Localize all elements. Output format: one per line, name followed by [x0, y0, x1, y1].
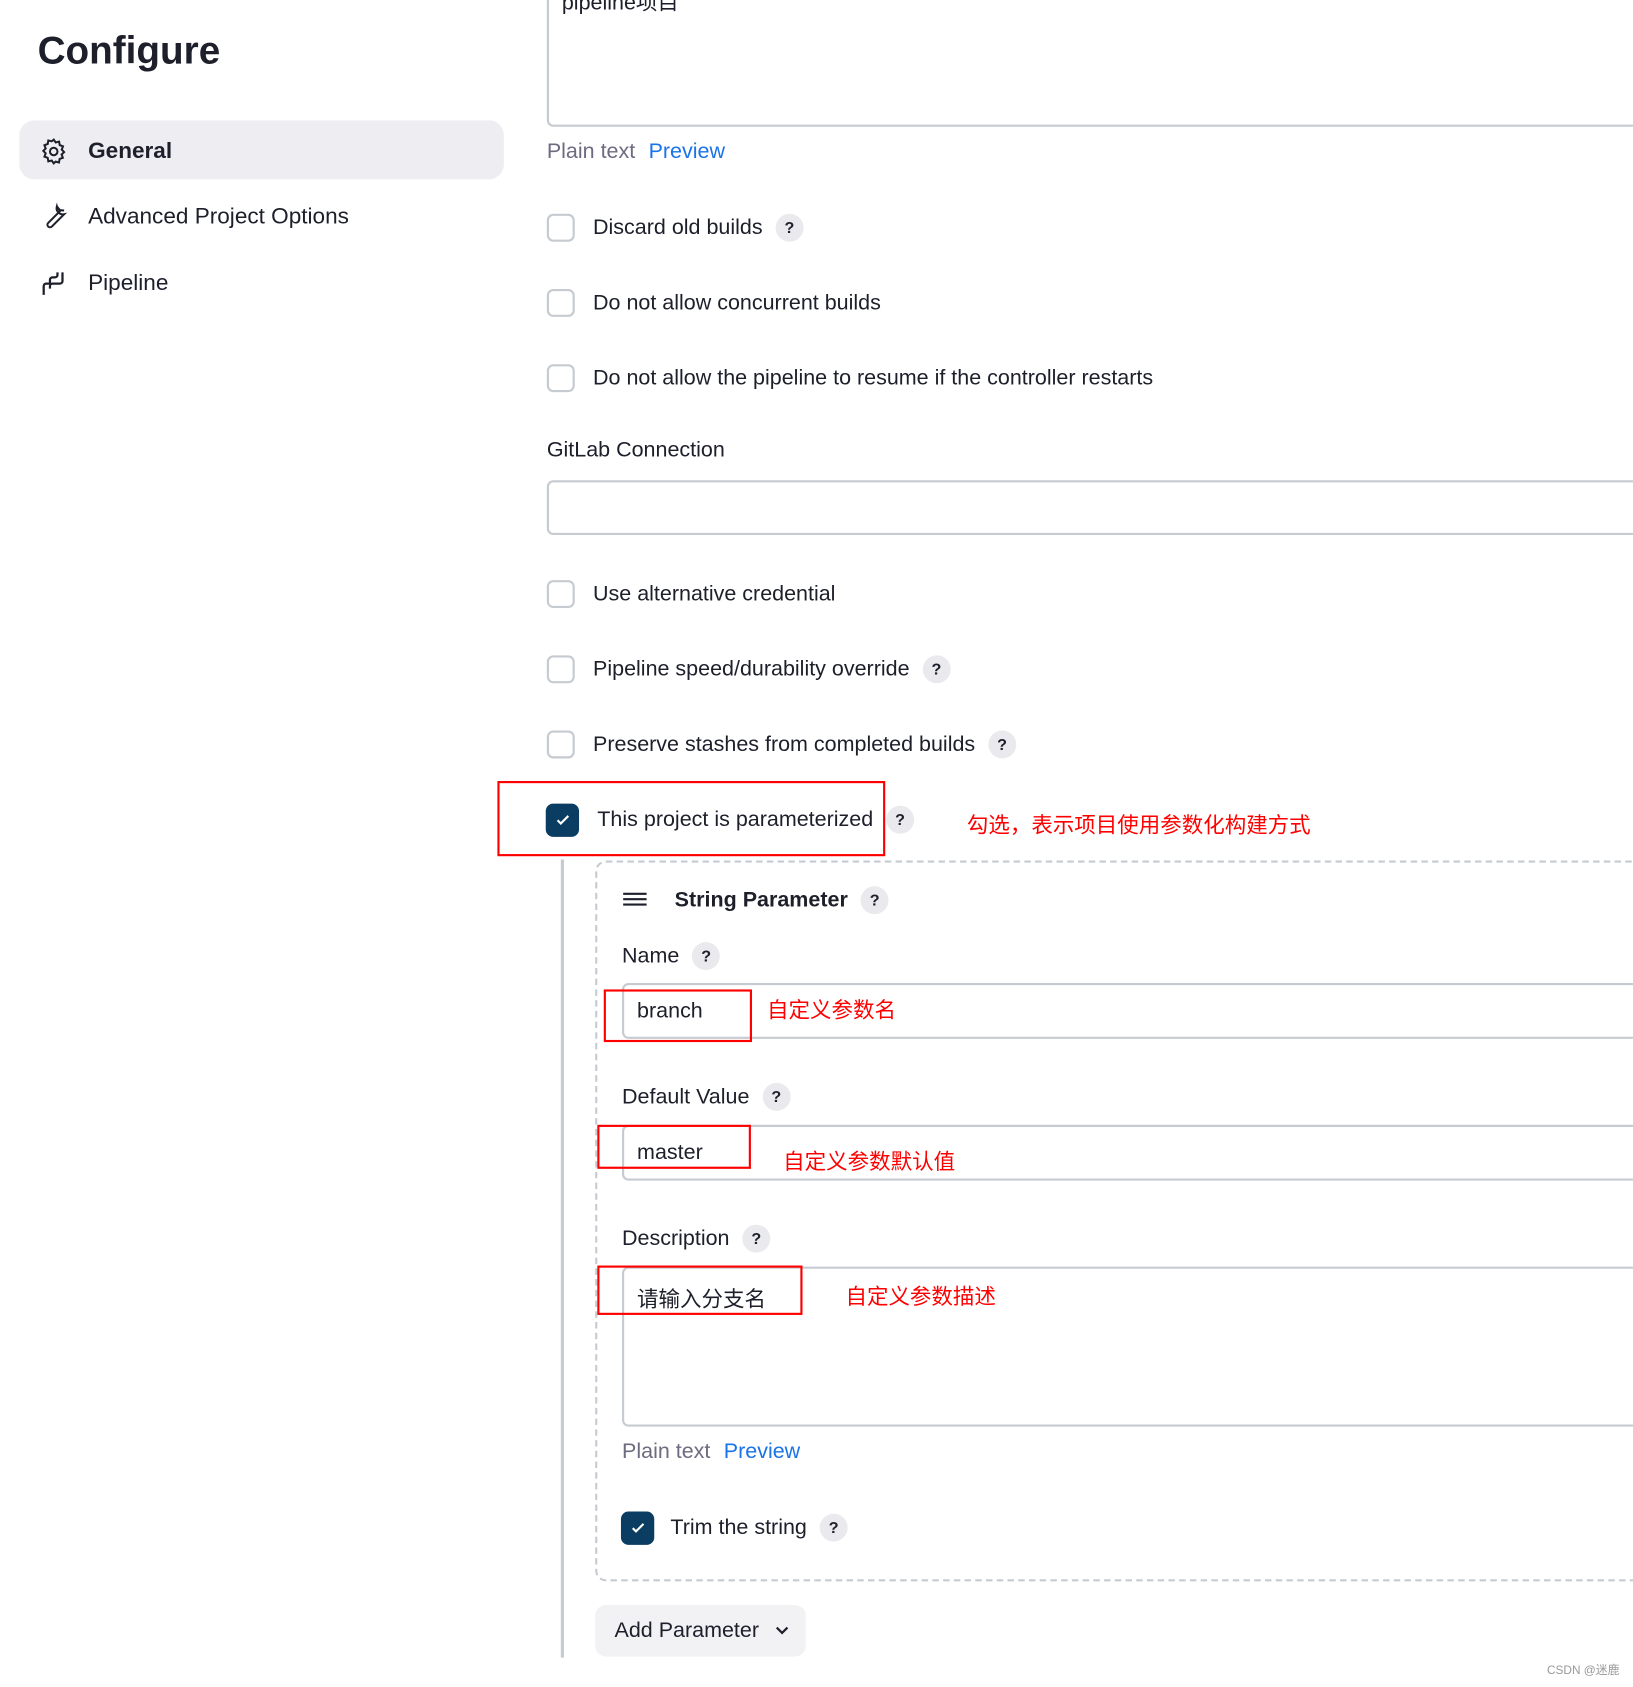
- annotation-text: 自定义参数描述: [845, 1285, 996, 1310]
- gear-icon: [41, 138, 66, 165]
- preview-link[interactable]: Preview: [724, 1440, 800, 1464]
- annotation-box: [597, 1265, 803, 1315]
- check-icon: [631, 1523, 644, 1533]
- sidebar-item-label: General: [88, 138, 173, 164]
- string-parameter-card: [595, 860, 1633, 1582]
- option-label: Trim the string: [670, 1515, 807, 1539]
- default-value-label: Default Value ?: [622, 1082, 791, 1111]
- string-parameter-title: String Parameter ?: [674, 886, 889, 915]
- help-icon[interactable]: ?: [742, 1224, 771, 1253]
- checkbox[interactable]: [546, 655, 575, 684]
- no-concurrent-builds-option[interactable]: Do not allow concurrent builds: [546, 286, 881, 320]
- no-resume-option[interactable]: Do not allow the pipeline to resume if t…: [546, 361, 1154, 395]
- annotation-box: [603, 989, 753, 1043]
- description-textarea[interactable]: pipeline项目: [546, 0, 1633, 127]
- page-title: Configure: [37, 27, 221, 72]
- help-icon[interactable]: ?: [860, 886, 889, 915]
- alt-credential-option[interactable]: Use alternative credential: [546, 577, 836, 611]
- option-label: Preserve stashes from completed builds: [593, 732, 976, 756]
- help-icon[interactable]: ?: [819, 1513, 848, 1542]
- durability-override-option[interactable]: Pipeline speed/durability override ?: [546, 652, 951, 686]
- plain-text-label: Plain text: [622, 1439, 711, 1464]
- wrench-icon: [46, 202, 68, 229]
- description-label: Description ?: [622, 1224, 771, 1253]
- watermark: CSDN @迷鹿: [1546, 1664, 1620, 1677]
- description-value: pipeline项目: [561, 0, 679, 16]
- annotation-text: 勾选，表示项目使用参数化构建方式: [966, 814, 1311, 838]
- sidebar-item-label: Advanced Project Options: [88, 204, 349, 229]
- preserve-stashes-option[interactable]: Preserve stashes from completed builds ?: [546, 727, 1016, 761]
- description-label-text: Description: [622, 1226, 730, 1250]
- discard-old-builds-option[interactable]: Discard old builds ?: [546, 211, 804, 245]
- annotation-box: [597, 1124, 751, 1169]
- option-label: Discard old builds: [593, 215, 763, 240]
- name-label: Name ?: [622, 942, 721, 971]
- drag-handle-icon[interactable]: [623, 891, 647, 914]
- sidebar-item-general[interactable]: General: [39, 130, 172, 173]
- help-icon[interactable]: ?: [922, 655, 951, 684]
- sidebar-item-label: Pipeline: [88, 270, 169, 296]
- default-value-label-text: Default Value: [622, 1084, 750, 1109]
- checkbox[interactable]: [546, 364, 575, 393]
- checkbox-checked[interactable]: [620, 1511, 655, 1545]
- sidebar-item-pipeline[interactable]: Pipeline: [39, 262, 169, 305]
- preview-link[interactable]: Preview: [649, 140, 725, 164]
- sidebar-item-advanced[interactable]: Advanced Project Options: [39, 196, 349, 239]
- gitlab-connection-label: GitLab Connection: [546, 438, 725, 462]
- add-parameter-button[interactable]: Add Parameter: [595, 1605, 806, 1657]
- nesting-line: [560, 859, 565, 1658]
- help-icon[interactable]: ?: [988, 730, 1016, 759]
- annotation-box: [497, 781, 886, 857]
- help-icon[interactable]: ?: [692, 942, 721, 971]
- checkbox[interactable]: [546, 213, 575, 242]
- option-label: Pipeline speed/durability override: [593, 656, 910, 681]
- checkbox[interactable]: [546, 730, 575, 759]
- pipeline-icon: [42, 272, 64, 295]
- help-icon[interactable]: ?: [762, 1082, 791, 1111]
- option-label: Use alternative credential: [593, 581, 836, 606]
- plain-text-label: Plain text: [546, 139, 636, 164]
- chevron-down-icon: [775, 1626, 788, 1635]
- annotation-text: 自定义参数名: [767, 999, 896, 1023]
- checkbox[interactable]: [546, 288, 575, 317]
- gitlab-connection-select[interactable]: [546, 480, 1633, 536]
- option-label: Do not allow the pipeline to resume if t…: [593, 365, 1154, 390]
- default-value-input[interactable]: [622, 1124, 1633, 1181]
- trim-string-option[interactable]: Trim the string ?: [620, 1510, 848, 1545]
- option-label: Do not allow concurrent builds: [593, 290, 881, 315]
- string-parameter-title-text: String Parameter: [674, 887, 848, 912]
- add-parameter-label: Add Parameter: [614, 1618, 760, 1643]
- annotation-text: 自定义参数默认值: [783, 1150, 956, 1175]
- checkbox[interactable]: [546, 580, 575, 609]
- name-label-text: Name: [622, 943, 680, 968]
- help-icon[interactable]: ?: [775, 213, 804, 242]
- help-icon[interactable]: ?: [886, 805, 914, 834]
